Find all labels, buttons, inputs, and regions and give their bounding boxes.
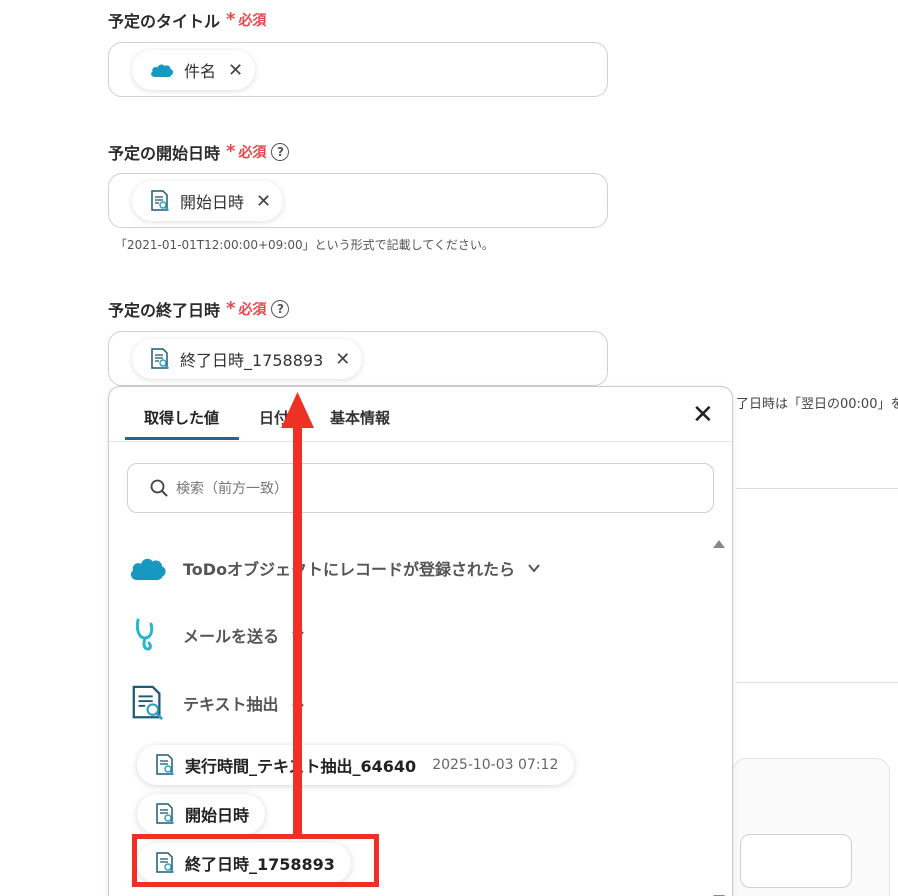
chip-remove-icon[interactable]: ✕ (335, 349, 350, 370)
chip-label: 終了日時_1758893 (180, 351, 324, 370)
chip-label: 開始日時 (180, 193, 245, 212)
scroll-up-icon[interactable] (713, 540, 725, 548)
search-placeholder: 検索（前方一致） (176, 481, 288, 497)
start-chip[interactable]: 開始日時 ✕ (132, 181, 284, 221)
required-star-icon: * (226, 298, 236, 319)
text-extract-icon (151, 348, 170, 370)
chevron-down-icon (528, 564, 540, 573)
annotation-highlight-box (132, 834, 379, 887)
tab-date[interactable]: 日付 (259, 407, 289, 428)
chevron-up-icon (291, 698, 304, 707)
start-label-text: 予定の開始日時 (108, 144, 221, 163)
text-extract-icon (151, 190, 170, 212)
end-field-label: 予定の終了日時 * 必須 ? (108, 297, 290, 321)
help-icon[interactable]: ? (271, 143, 290, 161)
salesforce-cloud-icon (130, 558, 166, 581)
value-item-exec-time[interactable]: 実行時間_テキスト抽出_64640 2025-10-03 07:12 (137, 745, 575, 785)
group-label: メールを送る (183, 627, 280, 646)
end-label-text: 予定の終了日時 (108, 301, 221, 320)
tab-acquired-values[interactable]: 取得した値 (144, 407, 219, 428)
group-send-mail[interactable]: メールを送る (129, 616, 305, 654)
value-picker-panel: 取得した値 日付 基本情報 ✕ 検索（前方一致） ToDoオブジェクトにレコード… (108, 386, 733, 896)
salesforce-cloud-icon (151, 64, 174, 78)
help-icon[interactable]: ? (271, 300, 290, 318)
title-chip[interactable]: 件名 ✕ (132, 50, 256, 90)
close-icon[interactable]: ✕ (692, 402, 714, 428)
item-label: 実行時間_テキスト抽出_64640 (185, 757, 417, 776)
required-badge: * 必須 (226, 141, 267, 162)
group-salesforce-trigger[interactable]: ToDoオブジェクトにレコードが登録されたら (129, 549, 541, 587)
chevron-down-icon (292, 631, 304, 640)
text-extract-icon (156, 754, 175, 776)
chip-label: 件名 (184, 62, 217, 81)
item-label: 開始日時 (185, 806, 250, 825)
title-input[interactable]: 件名 ✕ (108, 42, 608, 97)
background-input[interactable] (740, 834, 852, 888)
active-tab-indicator (125, 437, 239, 440)
chip-remove-icon[interactable]: ✕ (256, 191, 271, 212)
required-star-icon: * (226, 9, 236, 30)
value-item-start-date[interactable]: 開始日時 (137, 794, 266, 834)
end-chip[interactable]: 終了日時_1758893 ✕ (132, 339, 363, 379)
tab-basic-info[interactable]: 基本情報 (330, 407, 390, 428)
search-icon (150, 479, 168, 497)
start-format-hint: 「2021-01-01T12:00:00+09:00」という形式で記載してくださ… (115, 238, 494, 252)
chip-remove-icon[interactable]: ✕ (228, 60, 243, 81)
end-hint-partial: 了日時は「翌日の00:00」を (736, 397, 898, 412)
start-field-label: 予定の開始日時 * 必須 ? (108, 140, 290, 164)
group-label: テキスト抽出 (183, 695, 279, 714)
title-field-label: 予定のタイトル * 必須 (108, 8, 266, 32)
title-label-text: 予定のタイトル (108, 12, 221, 31)
section-divider (736, 488, 898, 489)
required-star-icon: * (226, 141, 236, 162)
group-label: ToDoオブジェクトにレコードが登録されたら (183, 560, 516, 579)
item-timestamp: 2025-10-03 07:12 (432, 757, 559, 773)
end-input[interactable]: 終了日時_1758893 ✕ (108, 331, 608, 386)
text-extract-icon (132, 685, 164, 720)
required-badge: * 必須 (226, 9, 267, 30)
start-input[interactable]: 開始日時 ✕ (108, 173, 608, 228)
group-text-extract[interactable]: テキスト抽出 (129, 684, 305, 722)
text-extract-icon (156, 803, 175, 825)
yoom-mail-icon (135, 618, 154, 651)
tab-divider (109, 441, 732, 442)
search-input[interactable]: 検索（前方一致） (127, 463, 714, 513)
section-divider (736, 682, 898, 683)
required-badge: * 必須 (226, 298, 267, 319)
